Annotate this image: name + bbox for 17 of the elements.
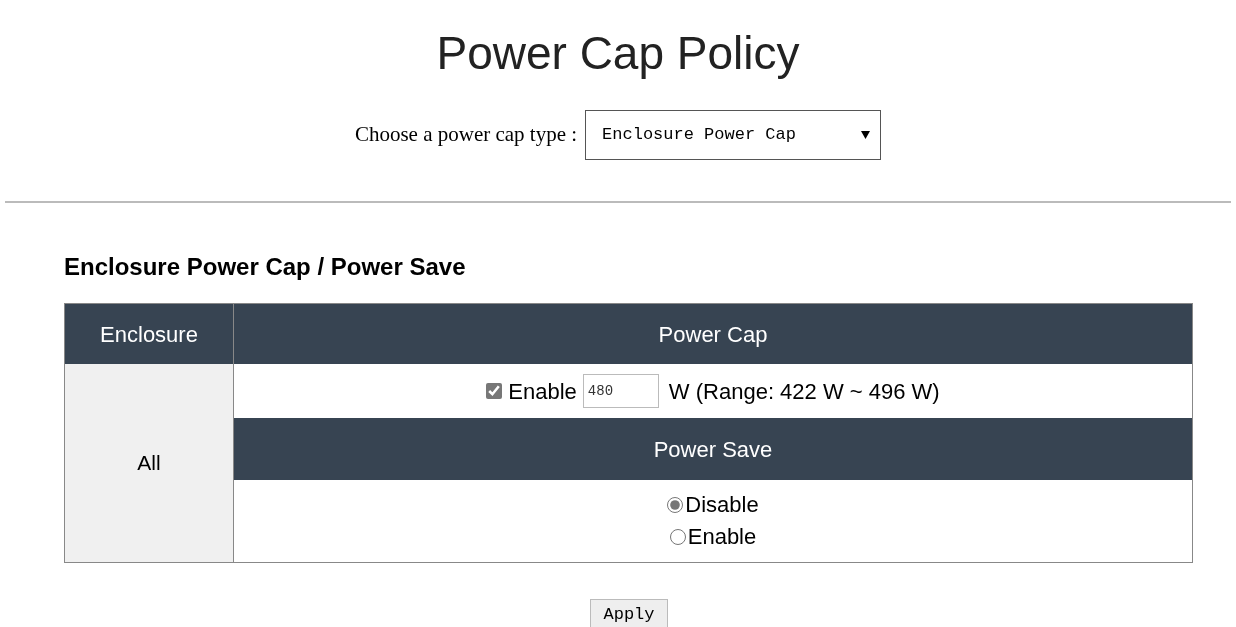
- field-label: Choose a power cap type :: [354, 121, 578, 149]
- column-header: Power Cap: [234, 304, 1192, 364]
- radio-label: Enable: [687, 523, 757, 551]
- radio-button[interactable]: [667, 497, 684, 513]
- radio-label: Disable: [685, 491, 759, 519]
- power-cap-type-dropdown[interactable]: Enclosure Power Cap: [585, 110, 882, 160]
- radio-button[interactable]: [669, 529, 686, 545]
- range-text: W (Range: 422 W ~ 496 W): [668, 377, 940, 406]
- power-cap-input[interactable]: 480: [582, 374, 659, 408]
- apply-button[interactable]: Apply: [590, 599, 668, 627]
- column-header: Enclosure: [65, 304, 234, 364]
- table-cell: All: [65, 364, 234, 562]
- section-heading: Enclosure Power Cap / Power Save: [64, 252, 466, 282]
- caret-icon: [861, 131, 871, 139]
- enable-checkbox[interactable]: [486, 383, 503, 399]
- checkbox-label: Enable: [508, 377, 577, 406]
- section-header: Power Save: [234, 418, 1192, 480]
